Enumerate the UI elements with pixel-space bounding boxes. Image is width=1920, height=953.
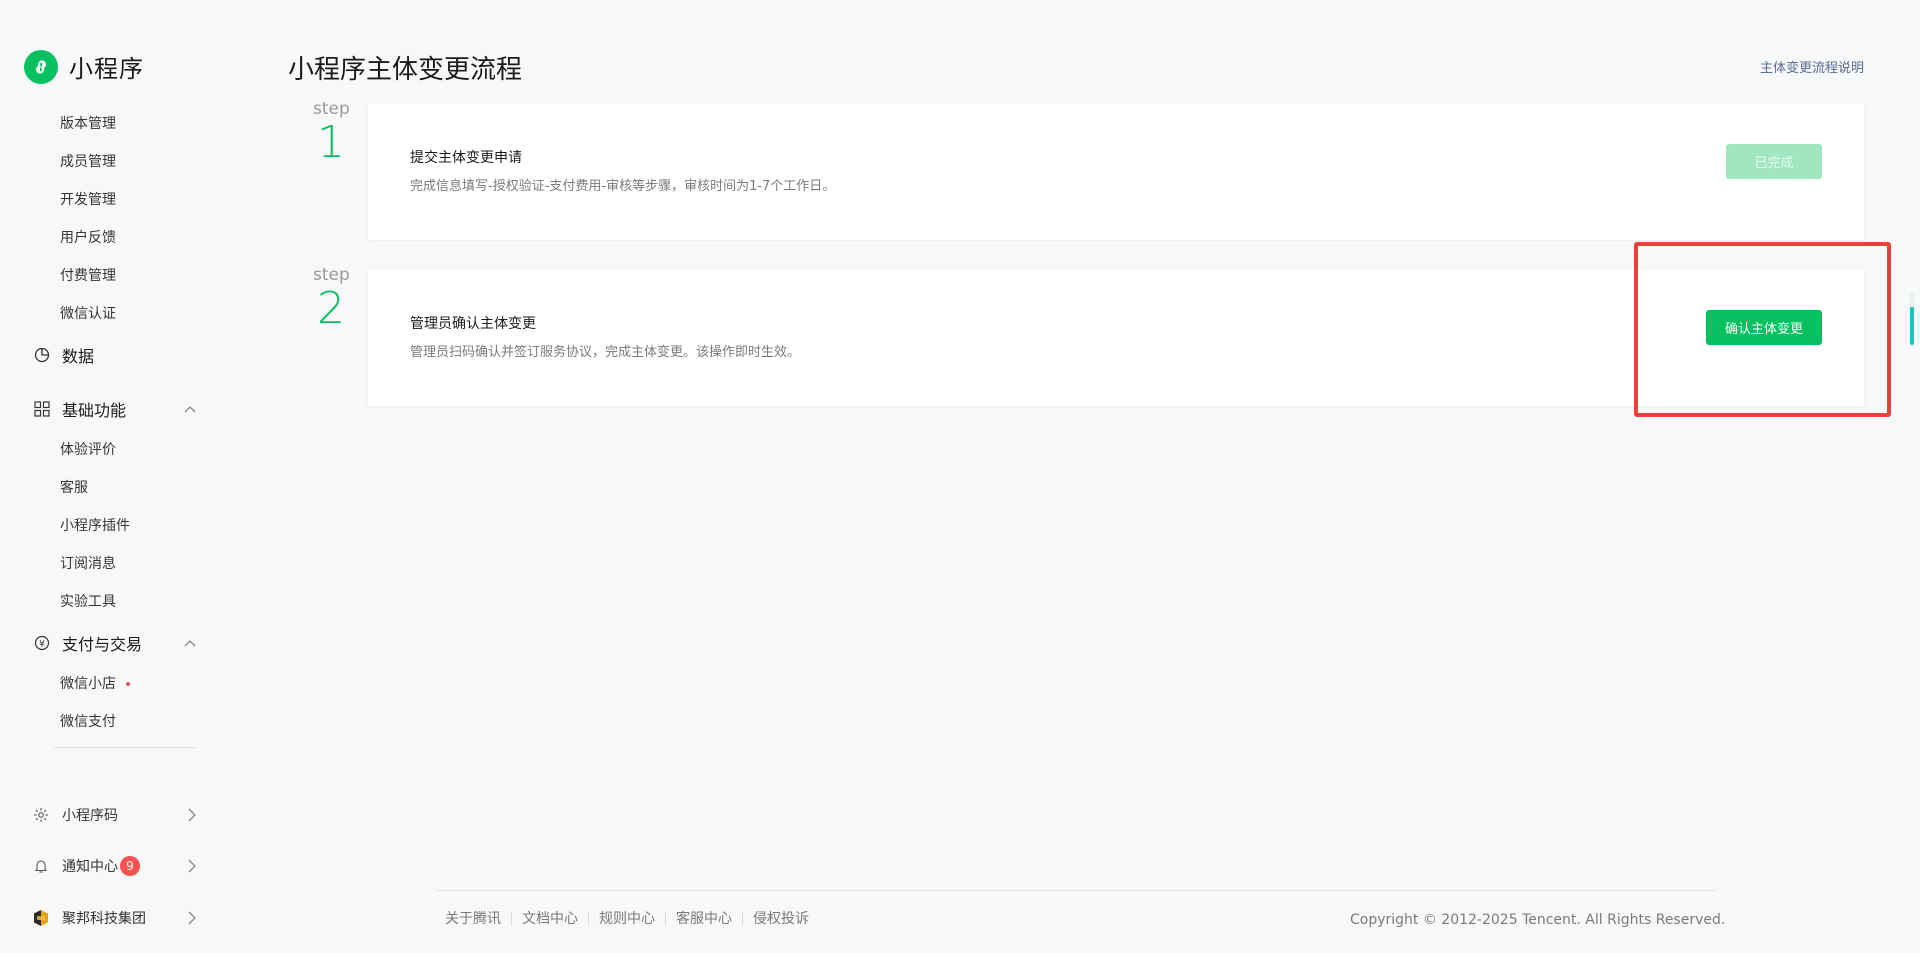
chevron-right-icon bbox=[187, 911, 197, 925]
nav-item-subscribe[interactable]: 订阅消息 bbox=[60, 553, 116, 573]
pie-chart-icon bbox=[33, 346, 51, 364]
nav-group-data[interactable]: 数据 bbox=[33, 343, 94, 367]
footer-divider bbox=[436, 890, 1716, 891]
step-label: step bbox=[313, 99, 350, 119]
nav-item-wechat-verify[interactable]: 微信认证 bbox=[60, 303, 116, 323]
nav-group-basic-label: 基础功能 bbox=[62, 401, 127, 420]
nav-item-feedback[interactable]: 用户反馈 bbox=[60, 227, 116, 247]
miniprogram-logo-icon bbox=[24, 49, 58, 84]
footer-link-complaint[interactable]: 侵权投诉 bbox=[742, 912, 819, 926]
sidebar-divider bbox=[54, 747, 196, 748]
scroll-indicator[interactable] bbox=[1910, 291, 1914, 345]
copyright-text: Copyright © 2012-2025 Tencent. All Right… bbox=[1350, 912, 1726, 928]
nav-group-pay-label: 支付与交易 bbox=[62, 635, 143, 654]
notification-count-badge: 9 bbox=[120, 856, 140, 876]
new-dot-indicator bbox=[126, 682, 130, 686]
nav-item-wechat-shop[interactable]: 微信小店 bbox=[60, 673, 130, 693]
confirm-change-button[interactable]: 确认主体变更 bbox=[1706, 310, 1822, 345]
completed-button: 已完成 bbox=[1726, 144, 1822, 179]
account-avatar-icon bbox=[32, 909, 50, 927]
notification-center-entry[interactable]: 通知中心 9 bbox=[32, 856, 197, 876]
nav-item-plugins[interactable]: 小程序插件 bbox=[60, 515, 130, 535]
footer-link-about[interactable]: 关于腾讯 bbox=[445, 912, 511, 926]
nav-item-experience[interactable]: 体验评价 bbox=[60, 439, 116, 459]
brand-name: 小程序 bbox=[69, 55, 144, 83]
footer-link-docs[interactable]: 文档中心 bbox=[511, 912, 588, 926]
nav-item-wechat-pay[interactable]: 微信支付 bbox=[60, 711, 116, 731]
step-card-confirm: 管理员确认主体变更 管理员扫码确认并签订服务协议，完成主体变更。该操作即时生效。… bbox=[368, 270, 1864, 406]
yen-icon: ¥ bbox=[33, 634, 51, 652]
bell-icon bbox=[32, 857, 50, 875]
step-card-submit: 提交主体变更申请 完成信息填写-授权验证-支付费用-审核等步骤，审核时间为1-7… bbox=[368, 104, 1864, 240]
chevron-right-icon bbox=[187, 859, 197, 873]
qrcode-sun-icon bbox=[32, 806, 50, 824]
nav-item-dev[interactable]: 开发管理 bbox=[60, 189, 116, 209]
nav-item-version[interactable]: 版本管理 bbox=[60, 113, 116, 133]
process-help-link[interactable]: 主体变更流程说明 bbox=[1760, 57, 1864, 76]
step-title: 管理员确认主体变更 bbox=[410, 316, 536, 332]
nav-item-members[interactable]: 成员管理 bbox=[60, 151, 116, 171]
step-label: step bbox=[313, 265, 350, 285]
nav-item-wechat-shop-label: 微信小店 bbox=[60, 676, 116, 692]
qrcode-entry[interactable]: 小程序码 bbox=[32, 805, 197, 825]
step-description: 完成信息填写-授权验证-支付费用-审核等步骤，审核时间为1-7个工作日。 bbox=[410, 179, 836, 194]
step-number: 2 bbox=[317, 283, 345, 334]
chevron-up-icon[interactable] bbox=[184, 401, 196, 413]
notification-label: 通知中心 bbox=[62, 859, 118, 875]
nav-group-pay[interactable]: ¥ 支付与交易 bbox=[33, 631, 142, 655]
step-number: 1 bbox=[317, 117, 345, 168]
footer-links: 关于腾讯 文档中心 规则中心 客服中心 侵权投诉 bbox=[445, 912, 819, 926]
account-label: 聚邦科技集团 bbox=[62, 911, 146, 927]
grid-icon bbox=[33, 400, 51, 418]
nav-item-payment-mgmt[interactable]: 付费管理 bbox=[60, 265, 116, 285]
nav-item-lab[interactable]: 实验工具 bbox=[60, 591, 116, 611]
brand[interactable]: 小程序 bbox=[24, 49, 144, 84]
step-description: 管理员扫码确认并签订服务协议，完成主体变更。该操作即时生效。 bbox=[410, 345, 801, 360]
footer-link-service[interactable]: 客服中心 bbox=[665, 912, 742, 926]
account-entry[interactable]: 聚邦科技集团 bbox=[32, 908, 197, 928]
nav-item-service[interactable]: 客服 bbox=[60, 477, 88, 497]
chevron-right-icon bbox=[187, 808, 197, 822]
page-title: 小程序主体变更流程 bbox=[288, 55, 523, 85]
footer-link-rules[interactable]: 规则中心 bbox=[588, 912, 665, 926]
nav-group-basic[interactable]: 基础功能 bbox=[33, 397, 126, 421]
svg-text:¥: ¥ bbox=[39, 639, 45, 649]
step-title: 提交主体变更申请 bbox=[410, 150, 522, 166]
nav-group-data-label: 数据 bbox=[62, 347, 95, 366]
chevron-up-icon[interactable] bbox=[184, 635, 196, 647]
sidebar: 小程序 版本管理 成员管理 开发管理 用户反馈 付费管理 微信认证 数据 基础功… bbox=[0, 0, 230, 953]
qrcode-label: 小程序码 bbox=[62, 808, 118, 824]
